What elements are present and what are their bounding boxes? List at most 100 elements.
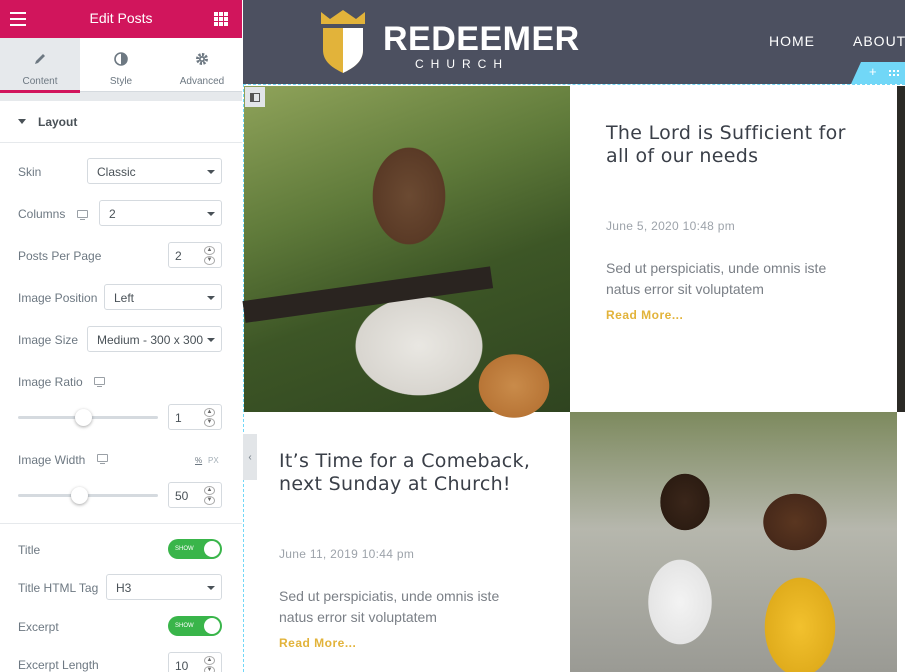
image-position-label: Image Position bbox=[18, 291, 98, 305]
image-ratio-slider[interactable] bbox=[18, 409, 158, 426]
step-down-icon[interactable]: ▼ bbox=[204, 256, 215, 265]
editor-panel: Edit Posts Content Style Advanced Layout bbox=[0, 0, 242, 672]
title-toggle[interactable]: SHOW bbox=[168, 539, 222, 559]
add-icon[interactable]: + bbox=[869, 64, 877, 79]
desktop-icon[interactable] bbox=[94, 377, 105, 387]
image-size-select[interactable]: Medium - 300 x 300 bbox=[87, 326, 222, 352]
toggle-state: SHOW bbox=[175, 546, 194, 552]
collapse-panel-icon[interactable]: ‹ bbox=[243, 434, 257, 480]
toggle-knob bbox=[204, 618, 220, 634]
posts-per-page-value: 2 bbox=[175, 249, 182, 263]
image-width-input[interactable]: 50 ▲ ▼ bbox=[168, 482, 222, 508]
excerpt-label: Excerpt bbox=[18, 620, 59, 634]
tab-advanced[interactable]: Advanced bbox=[162, 38, 242, 92]
columns-select[interactable]: 2 bbox=[99, 200, 222, 226]
post-image-couple[interactable] bbox=[570, 412, 897, 672]
chevron-down-icon bbox=[207, 170, 215, 174]
next-post-edge bbox=[897, 86, 905, 412]
desktop-icon[interactable] bbox=[97, 454, 108, 464]
post-title[interactable]: It’s Time for a Comeback, next Sunday at… bbox=[279, 450, 539, 496]
desktop-icon[interactable] bbox=[77, 210, 88, 220]
layout-section: Layout Skin Classic Columns 2 Posts Per … bbox=[0, 101, 242, 672]
image-ratio-label: Image Ratio bbox=[18, 375, 83, 389]
step-up-icon[interactable]: ▲ bbox=[204, 486, 215, 495]
pencil-icon bbox=[35, 54, 45, 64]
image-width-slider[interactable] bbox=[18, 487, 158, 504]
stepper[interactable]: ▲ ▼ bbox=[204, 408, 216, 428]
chevron-down-icon bbox=[207, 586, 215, 590]
gear-icon bbox=[196, 53, 208, 65]
chevron-down-icon bbox=[207, 338, 215, 342]
columns-value: 2 bbox=[109, 207, 116, 221]
read-more-link[interactable]: Read More... bbox=[606, 308, 683, 322]
post-date: June 5, 2020 10:48 pm bbox=[606, 219, 736, 233]
step-down-icon[interactable]: ▼ bbox=[204, 666, 215, 672]
layout-section-header[interactable]: Layout bbox=[0, 101, 242, 143]
stepper[interactable]: ▲ ▼ bbox=[204, 486, 216, 506]
stepper[interactable]: ▲ ▼ bbox=[204, 246, 216, 266]
site-brand[interactable]: REDEEMER bbox=[383, 20, 580, 59]
unit-percent[interactable]: % bbox=[195, 456, 202, 465]
slider-handle[interactable] bbox=[75, 409, 93, 426]
skin-select[interactable]: Classic bbox=[87, 158, 222, 184]
drag-grid-icon[interactable] bbox=[889, 70, 901, 76]
toggle-state: SHOW bbox=[175, 623, 194, 629]
image-width-label: Image Width bbox=[18, 453, 86, 467]
title-tag-value: H3 bbox=[116, 581, 132, 595]
image-position-value: Left bbox=[114, 291, 135, 305]
step-up-icon[interactable]: ▲ bbox=[204, 656, 215, 665]
tab-style-label: Style bbox=[109, 76, 133, 87]
excerpt-length-input[interactable]: 10 ▲ ▼ bbox=[168, 652, 222, 672]
widgets-grid-icon[interactable] bbox=[214, 12, 228, 26]
tab-content[interactable]: Content bbox=[0, 38, 80, 93]
step-down-icon[interactable]: ▼ bbox=[204, 496, 215, 505]
posts-per-page-label: Posts Per Page bbox=[18, 249, 102, 263]
page-preview: REDEEMER CHURCH HOME ABOUT + The Lord is… bbox=[242, 0, 905, 672]
guitar-body bbox=[364, 326, 554, 436]
nav-about[interactable]: ABOUT bbox=[853, 33, 905, 49]
excerpt-length-label: Excerpt Length bbox=[18, 658, 99, 672]
tab-advanced-label: Advanced bbox=[179, 76, 225, 87]
slider-handle[interactable] bbox=[71, 487, 89, 504]
posts-per-page-input[interactable]: 2 ▲ ▼ bbox=[168, 242, 222, 268]
tab-style[interactable]: Style bbox=[81, 38, 161, 92]
skin-label: Skin bbox=[18, 165, 42, 179]
step-down-icon[interactable]: ▼ bbox=[204, 418, 215, 427]
divider bbox=[0, 523, 242, 524]
toggle-knob bbox=[204, 541, 220, 557]
excerpt-length-value: 10 bbox=[175, 659, 189, 672]
site-header: REDEEMER CHURCH HOME ABOUT + bbox=[243, 0, 905, 84]
panel-tabs: Content Style Advanced bbox=[0, 38, 242, 93]
unit-px[interactable]: PX bbox=[208, 456, 219, 465]
contrast-icon bbox=[114, 52, 128, 66]
title-tag-label: Title HTML Tag bbox=[18, 581, 99, 595]
title-tag-select[interactable]: H3 bbox=[106, 574, 222, 600]
layout-section-title: Layout bbox=[38, 114, 78, 129]
image-size-label: Image Size bbox=[18, 333, 79, 347]
skin-value: Classic bbox=[97, 165, 136, 179]
columns-label: Columns bbox=[18, 207, 66, 221]
panel-title: Edit Posts bbox=[89, 10, 153, 26]
image-position-select[interactable]: Left bbox=[104, 284, 222, 310]
nav-home[interactable]: HOME bbox=[769, 33, 815, 49]
image-ratio-value: 1 bbox=[175, 411, 182, 425]
post-date: June 11, 2019 10:44 pm bbox=[279, 547, 415, 561]
image-ratio-input[interactable]: 1 ▲ ▼ bbox=[168, 404, 222, 430]
read-more-link[interactable]: Read More... bbox=[279, 636, 356, 650]
crown-shield-logo-icon[interactable] bbox=[318, 10, 368, 74]
column-handle-icon[interactable] bbox=[245, 87, 265, 107]
stepper[interactable]: ▲ ▼ bbox=[204, 656, 216, 672]
step-up-icon[interactable]: ▲ bbox=[204, 246, 215, 255]
image-width-value: 50 bbox=[175, 489, 189, 503]
chevron-down-icon bbox=[207, 296, 215, 300]
step-up-icon[interactable]: ▲ bbox=[204, 408, 215, 417]
excerpt-toggle[interactable]: SHOW bbox=[168, 616, 222, 636]
section-handle[interactable]: + bbox=[851, 62, 905, 84]
caret-down-icon bbox=[18, 119, 26, 124]
post-image-guitar[interactable] bbox=[242, 86, 570, 436]
chevron-down-icon bbox=[207, 212, 215, 216]
post-title[interactable]: The Lord is Sufficient for all of our ne… bbox=[606, 122, 866, 168]
title-label: Title bbox=[18, 543, 41, 557]
panel-header: Edit Posts bbox=[0, 0, 242, 38]
site-tagline: CHURCH bbox=[415, 57, 509, 71]
